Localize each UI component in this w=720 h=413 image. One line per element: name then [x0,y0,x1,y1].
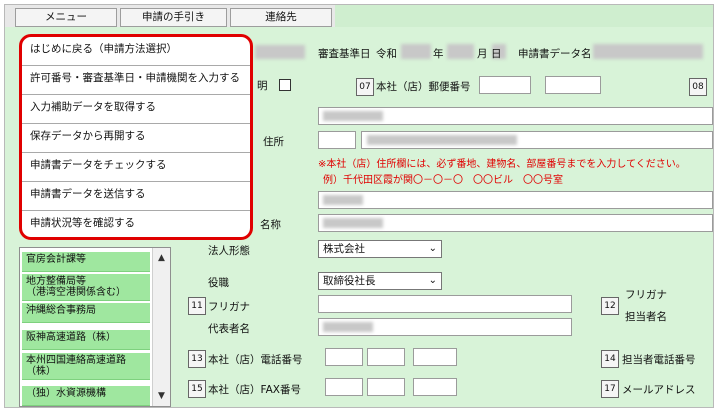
list-item[interactable]: 沖縄総合事務局 [22,303,150,323]
list-item[interactable]: （独）水資源機構 [22,386,150,406]
corp-type-value: 株式会社 [323,243,365,255]
tel-field-1[interactable] [325,348,363,366]
num-11: 11 [188,297,206,315]
postal-field-2[interactable] [545,76,601,94]
num-12: 12 [601,297,619,315]
list-item[interactable]: 官房会計課等 [22,252,150,272]
fax-label: 本社（店）FAX番号 [208,384,301,396]
fax-field-2[interactable] [367,378,405,396]
tel-label: 本社（店）電話番号 [208,354,303,366]
list-scrollbar[interactable]: ▲ ▼ [152,248,170,406]
corp-type-select[interactable]: 株式会社 ⌄ [318,240,442,258]
app-data-name-value [593,44,703,59]
month-unit: 月 [477,48,488,60]
tab-menu[interactable]: メニュー [15,8,117,27]
name-blur-1 [323,195,363,205]
chevron-down-icon: ⌄ [428,243,437,254]
checkbox[interactable] [279,79,291,91]
num-17: 17 [601,380,619,398]
position-select[interactable]: 取締役社長 ⌄ [318,272,442,290]
era-label: 令和 [376,48,397,60]
postal-field-1[interactable] [479,76,531,94]
partial-label-1: 明 [257,80,268,92]
num-13: 13 [188,350,206,368]
rep-name-label: 代表者名 [208,323,250,335]
corp-type-label: 法人形態 [208,245,250,257]
top-tab-bar: メニュー 申請の手引き 連絡先 [5,5,335,28]
fax-field-3[interactable] [413,378,457,396]
email-label: メールアドレス [622,384,696,396]
name-blur-2 [323,218,383,228]
address-note-2: 例）千代田区霞が関〇－〇－〇 〇〇ビル 〇〇号室 [323,175,563,186]
address-blur-1 [323,111,383,121]
partial-label-2: 名称 [260,219,281,231]
list-item[interactable]: 阪神高速道路（株） [22,330,150,350]
rep-name-blur [323,322,373,332]
menu-item-enter-info[interactable]: 許可番号・審査基準日・申請機関を入力する [22,66,250,95]
blurred-value [255,45,305,59]
review-date-label: 審査基準日 [318,48,371,60]
menu-item-send[interactable]: 申請書データを送信する [22,182,250,211]
num-08: 08 [689,78,707,96]
furigana-label-2: フリガナ [625,289,667,301]
tel-field-2[interactable] [367,348,405,366]
menu-item-resume[interactable]: 保存データから再開する [22,124,250,153]
tab-guide[interactable]: 申請の手引き [120,8,227,27]
menu-item-get-data[interactable]: 入力補助データを取得する [22,95,250,124]
chevron-down-icon: ⌄ [428,275,437,286]
furigana-field[interactable] [318,295,572,313]
menu-item-back[interactable]: はじめに戻る（申請方法選択） [22,37,250,66]
menu-item-check[interactable]: 申請書データをチェックする [22,153,250,182]
tel-field-3[interactable] [413,348,457,366]
name-field-1[interactable] [318,191,713,209]
list-item[interactable]: 地方整備局等 （港湾空港関係含む） [22,274,150,301]
postal-label: 本社（店）郵便番号 [376,81,471,93]
position-value: 取締役社長 [323,275,376,287]
num-15: 15 [188,380,206,398]
contact-tel-label: 担当者電話番号 [622,354,696,366]
fax-field-1[interactable] [325,378,363,396]
app-window: メニュー 申請の手引き 連絡先 審査基準日 令和 年 月 日 申請書データ名 明… [4,4,714,408]
menu-item-status[interactable]: 申請状況等を確認する [22,211,250,237]
month-field[interactable] [447,44,474,59]
furigana-label: フリガナ [208,301,250,313]
list-item[interactable]: 本州四国連絡高速道路 （株） [22,353,150,380]
num-07: 07 [356,78,374,96]
app-data-name-label: 申請書データ名 [518,48,592,60]
address-field-2[interactable] [318,131,356,149]
scroll-up-icon[interactable]: ▲ [153,250,170,266]
tab-contact[interactable]: 連絡先 [230,8,332,27]
scroll-down-icon[interactable]: ▼ [153,388,170,404]
address-label: 住所 [263,136,284,148]
num-14: 14 [601,350,619,368]
agency-list[interactable]: 官房会計課等 地方整備局等 （港湾空港関係含む） 沖縄総合事務局 阪神高速道路（… [19,247,171,407]
position-label: 役職 [208,277,229,289]
address-note-1: ※本社（店）住所欄には、必ず番地、建物名、部屋番号までを入力してください。 [318,159,686,170]
contact-person-label: 担当者名 [625,311,667,323]
day-unit: 日 [491,48,502,60]
year-field[interactable] [401,44,431,59]
year-unit: 年 [433,48,444,60]
address-blur-2 [367,135,517,145]
menu-panel: はじめに戻る（申請方法選択） 許可番号・審査基準日・申請機関を入力する 入力補助… [19,34,253,240]
